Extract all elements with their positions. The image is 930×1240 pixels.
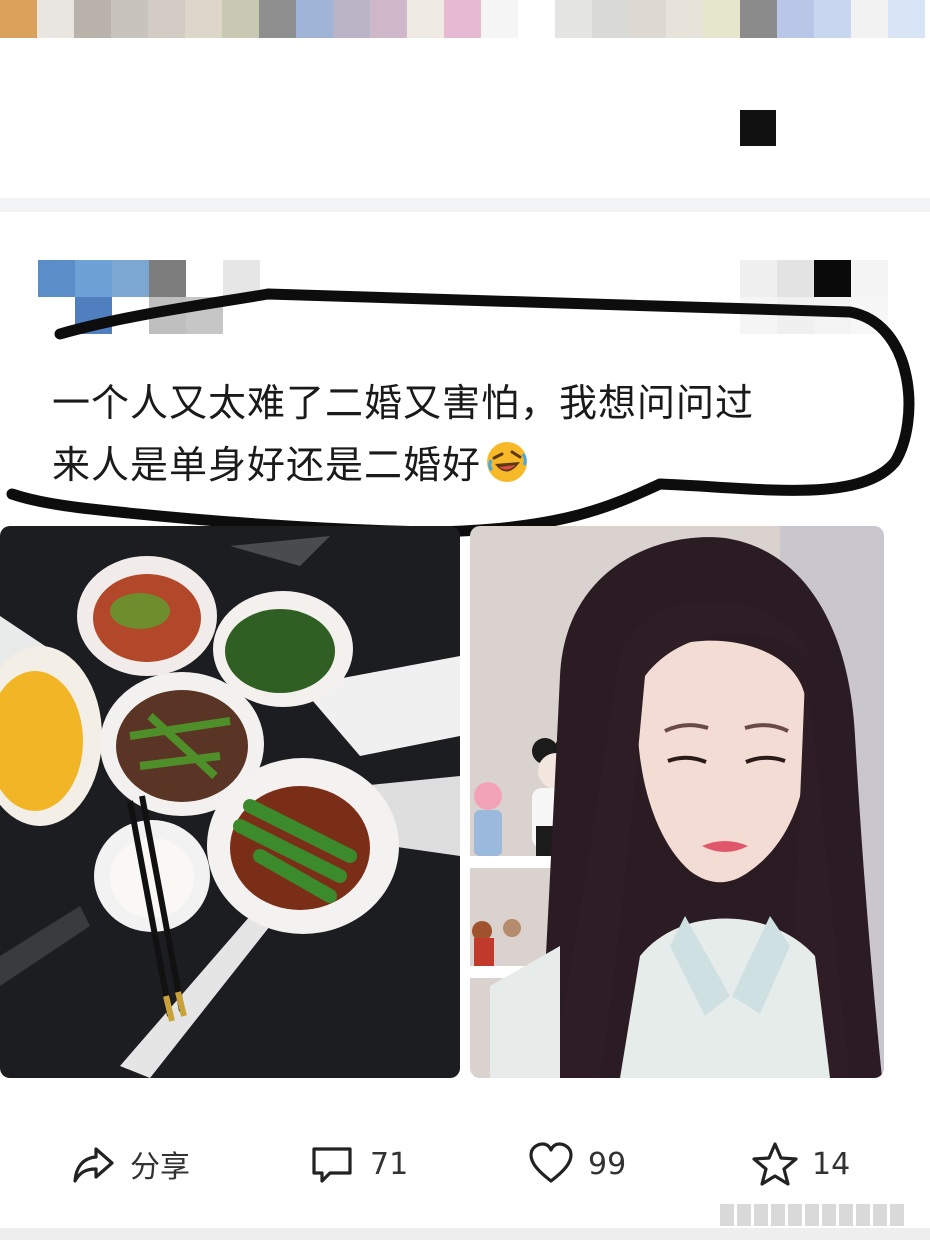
rolling-laughing-emoji-icon (487, 442, 528, 482)
watermark-mosaic (720, 1204, 904, 1226)
favorite-count: 14 (812, 1146, 851, 1182)
food-photo[interactable] (0, 526, 460, 1078)
star-icon (752, 1142, 798, 1186)
like-count: 99 (588, 1146, 627, 1182)
redacted-block (740, 110, 776, 146)
author-meta-mosaic (740, 260, 888, 334)
comment-icon (312, 1147, 352, 1183)
post-card: 一个人又太难了二婚又害怕，我想问问过 来人是单身好还是二婚好 分享 71 99 … (0, 212, 930, 1240)
share-icon (73, 1147, 114, 1183)
author-mosaic (38, 260, 260, 334)
comment-button[interactable]: 71 (310, 1132, 408, 1196)
post-text-line-1: 一个人又太难了二婚又害怕，我想问问过 (52, 381, 755, 425)
top-mosaic-bar (0, 0, 930, 38)
top-blank-area (0, 38, 930, 198)
section-divider (0, 198, 930, 212)
post-body-text: 一个人又太难了二婚又害怕，我想问问过 来人是单身好还是二婚好 (52, 372, 852, 496)
post-text-line-2: 来人是单身好还是二婚好 (52, 443, 482, 487)
share-label: 分享 (130, 1150, 190, 1185)
favorite-button[interactable]: 14 (752, 1132, 850, 1196)
action-bar: 分享 71 99 14 (0, 1132, 930, 1196)
bottom-divider (0, 1228, 930, 1240)
heart-icon (529, 1142, 573, 1183)
share-button[interactable]: 分享 (70, 1132, 190, 1196)
selfie-photo[interactable] (470, 526, 884, 1078)
like-button[interactable]: 99 (528, 1132, 626, 1196)
comment-count: 71 (370, 1146, 409, 1182)
